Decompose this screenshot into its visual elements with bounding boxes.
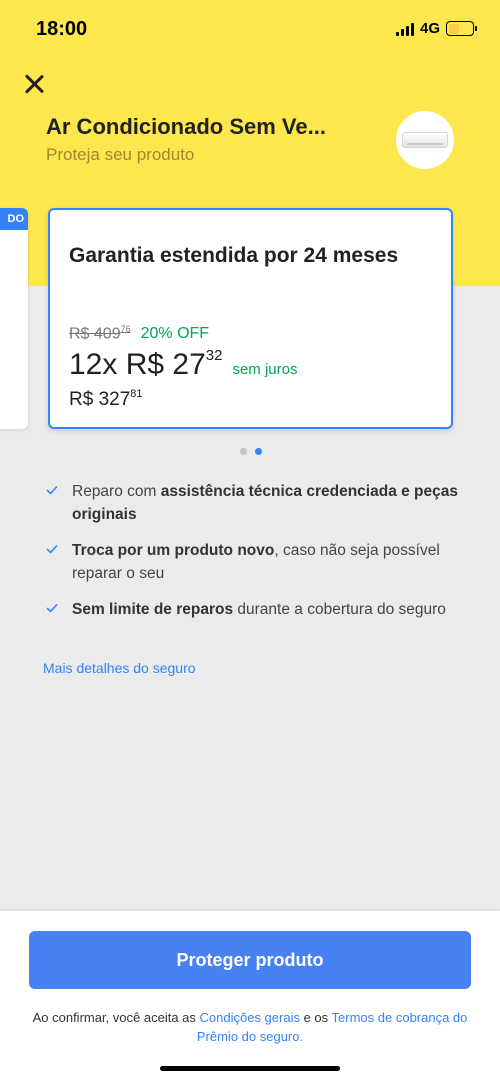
signal-icon bbox=[395, 22, 414, 36]
benefit-item: Troca por um produto novo, caso não seja… bbox=[46, 539, 466, 585]
previous-plan-card[interactable]: DO bbox=[0, 208, 28, 429]
carousel-dot-1[interactable] bbox=[240, 448, 247, 455]
benefit-text: Sem limite de reparos durante a cobertur… bbox=[72, 601, 446, 618]
terms-disclaimer: Ao confirmar, você aceita as Condições g… bbox=[32, 1010, 468, 1044]
installments-row: 12x R$ 2732 sem juros bbox=[69, 347, 297, 382]
benefit-item: Reparo com assistência técnica credencia… bbox=[46, 480, 466, 526]
general-conditions-link[interactable]: Condições gerais bbox=[200, 1010, 300, 1025]
status-bar: 18:00 4G bbox=[0, 0, 500, 60]
product-title: Ar Condicionado Sem Ve... bbox=[46, 114, 326, 139]
battery-icon bbox=[446, 21, 477, 36]
check-icon bbox=[46, 486, 58, 495]
insurance-details-link[interactable]: Mais detalhes do seguro bbox=[43, 660, 196, 676]
no-interest-label: sem juros bbox=[232, 361, 298, 378]
air-conditioner-icon bbox=[402, 132, 448, 148]
close-icon[interactable] bbox=[20, 70, 48, 98]
total-price: R$ 32781 bbox=[69, 388, 143, 410]
carousel-indicator bbox=[240, 448, 262, 455]
check-icon bbox=[46, 604, 58, 613]
home-indicator bbox=[160, 1066, 340, 1071]
status-time: 18:00 bbox=[36, 18, 88, 40]
product-thumbnail bbox=[396, 111, 454, 169]
benefit-item: Sem limite de reparos durante a cobertur… bbox=[46, 598, 466, 621]
benefit-text: Reparo com assistência técnica credencia… bbox=[72, 483, 458, 523]
plan-card-selected[interactable]: Garantia estendida por 24 meses R$ 40976… bbox=[48, 208, 453, 429]
protect-product-button[interactable]: Proteger produto bbox=[29, 931, 471, 989]
discount-badge: 20% OFF bbox=[140, 325, 210, 343]
benefits-list: Reparo com assistência técnica credencia… bbox=[46, 480, 466, 634]
network-type: 4G bbox=[419, 20, 440, 37]
plan-tag: DO bbox=[0, 208, 28, 230]
installment-price: 12x R$ 2732 bbox=[69, 347, 223, 381]
product-subtitle: Proteja seu produto bbox=[46, 145, 195, 164]
status-indicators: 4G bbox=[395, 20, 477, 37]
old-price-row: R$ 40976 20% OFF bbox=[69, 324, 209, 343]
carousel-dot-2[interactable] bbox=[255, 448, 262, 455]
check-icon bbox=[46, 545, 58, 554]
plan-title: Garantia estendida por 24 meses bbox=[69, 244, 399, 267]
old-price: R$ 40976 bbox=[69, 324, 131, 343]
footer: Proteger produto Ao confirmar, você acei… bbox=[0, 911, 500, 1082]
benefit-text: Troca por um produto novo, caso não seja… bbox=[72, 542, 440, 582]
